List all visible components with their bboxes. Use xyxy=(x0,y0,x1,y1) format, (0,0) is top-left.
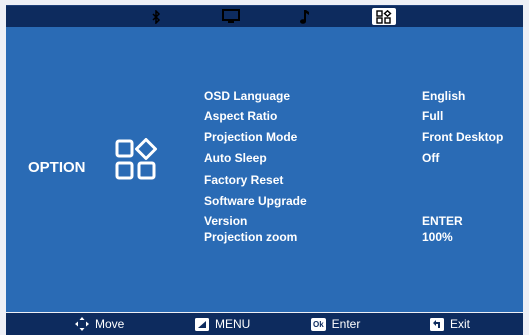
menu-item-label: Auto Sleep xyxy=(204,151,267,165)
bottom-hint-bar: Move MENU Ok Enter Exit xyxy=(6,313,523,335)
hint-exit: Exit xyxy=(430,317,470,331)
monitor-icon xyxy=(222,9,240,23)
hint-move: Move xyxy=(75,317,124,331)
hint-move-label: Move xyxy=(95,317,125,331)
ok-key-icon: Ok xyxy=(311,317,326,331)
menu-item-label: Version xyxy=(204,214,248,228)
music-note-icon xyxy=(300,9,309,24)
menu-item-factory-reset[interactable]: Factory Reset xyxy=(204,173,529,193)
menu-item-label: Software Upgrade xyxy=(204,194,307,208)
hint-menu-label: MENU xyxy=(215,317,251,331)
menu-item-value: 100% xyxy=(422,230,453,244)
hint-enter: Ok Enter xyxy=(311,317,360,331)
menu-item-label: Aspect Ratio xyxy=(204,109,278,123)
tab-display[interactable] xyxy=(220,6,242,27)
hint-enter-label: Enter xyxy=(331,317,361,331)
bluetooth-icon xyxy=(152,9,161,24)
menu-item-projection-zoom[interactable]: Projection zoom 100% xyxy=(204,230,529,250)
menu-key-icon xyxy=(195,317,209,331)
menu-item-value: Front Desktop xyxy=(422,130,504,144)
option-grid-icon xyxy=(114,138,158,187)
section-title: OPTION xyxy=(28,159,86,176)
option-panel: OPTION OSD Language English Aspect Ratio… xyxy=(6,27,523,312)
menu-item-value: Full xyxy=(422,109,444,123)
return-key-icon xyxy=(430,317,444,331)
menu-item-label: Projection Mode xyxy=(204,130,298,144)
menu-item-value: ENTER xyxy=(422,214,463,228)
tab-bluetooth[interactable] xyxy=(146,6,166,27)
menu-item-label: Projection zoom xyxy=(204,230,298,244)
menu-item-value: Off xyxy=(422,151,440,165)
hint-menu: MENU xyxy=(195,317,250,331)
menu-item-label: Factory Reset xyxy=(204,173,284,187)
tab-audio[interactable] xyxy=(296,6,312,27)
menu-item-projection-mode[interactable]: Projection Mode Front Desktop xyxy=(204,130,529,150)
hint-exit-label: Exit xyxy=(450,317,471,331)
menu-item-label: OSD Language xyxy=(204,89,291,103)
move-arrows-icon xyxy=(75,317,89,331)
menu-item-value: English xyxy=(422,89,466,103)
menu-item-software-upgrade[interactable]: Software Upgrade xyxy=(204,194,529,214)
option-grid-icon xyxy=(376,9,392,24)
menu-item-aspect-ratio[interactable]: Aspect Ratio Full xyxy=(204,109,529,129)
tab-option[interactable] xyxy=(372,8,396,25)
menu-item-auto-sleep[interactable]: Auto Sleep Off xyxy=(204,151,529,171)
top-tab-bar xyxy=(6,5,523,27)
menu-item-osd-language[interactable]: OSD Language English xyxy=(204,89,529,109)
